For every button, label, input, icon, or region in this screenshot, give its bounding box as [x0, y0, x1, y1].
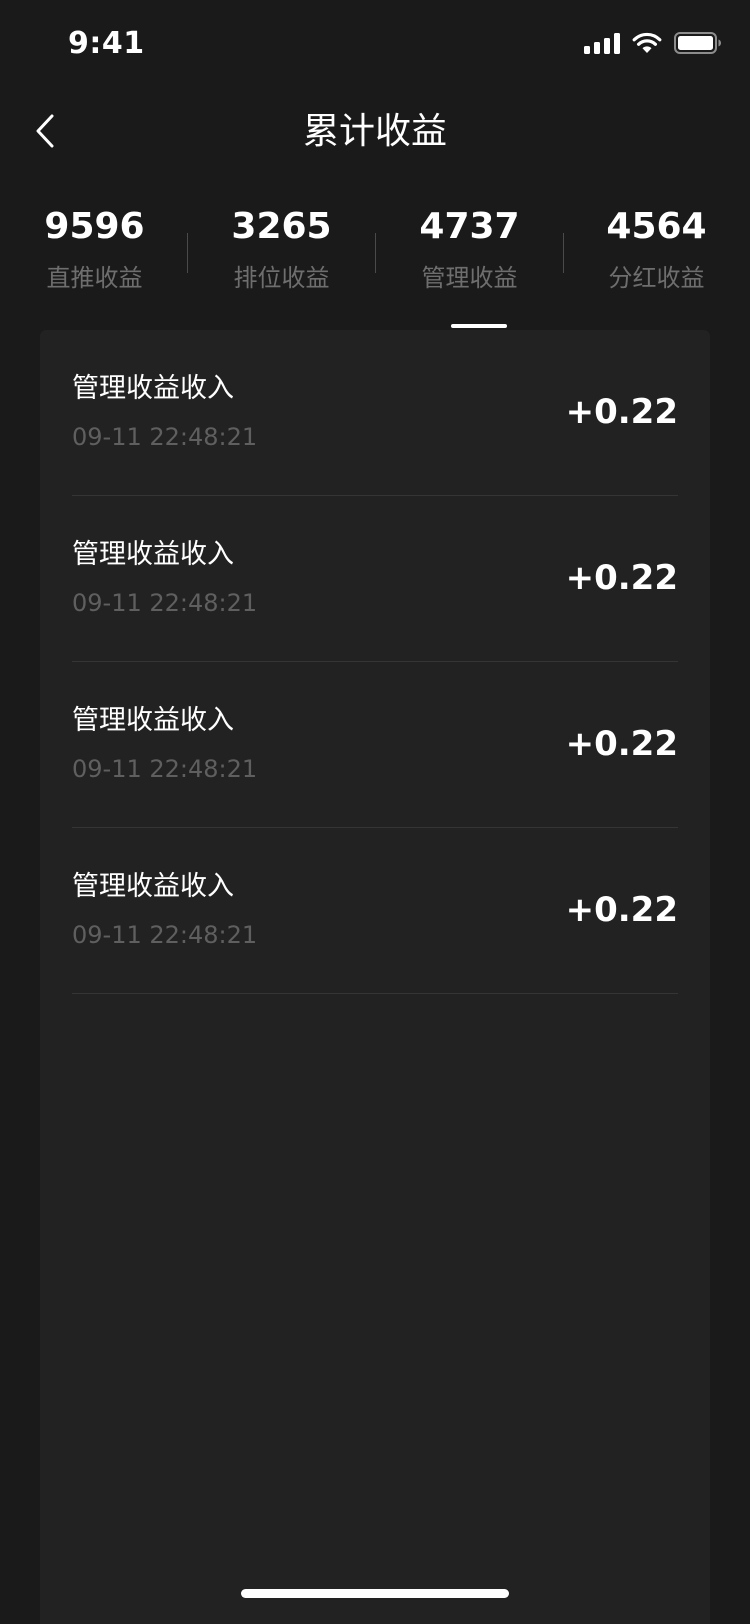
record-amount: +0.22: [565, 724, 678, 764]
record-title: 管理收益收入: [72, 705, 234, 736]
stat-value: 4737: [419, 206, 520, 247]
battery-icon: [674, 32, 722, 54]
stat-value: 4564: [606, 206, 707, 247]
stat-label: 排位收益: [233, 264, 330, 292]
earnings-stats: 9596 直推收益 3265 排位收益 4737 管理收益 4564 分红收益: [0, 205, 750, 335]
list-item[interactable]: 管理收益收入 09-11 22:48:21 +0.22: [72, 662, 678, 828]
stat-management-earnings[interactable]: 4737 管理收益: [376, 205, 563, 293]
earnings-record-list: 管理收益收入 09-11 22:48:21 +0.22 管理收益收入 09-11…: [40, 330, 710, 1624]
list-item[interactable]: 管理收益收入 09-11 22:48:21 +0.22: [72, 496, 678, 662]
record-time: 09-11 22:48:21: [72, 921, 258, 949]
record-title: 管理收益收入: [72, 871, 234, 902]
home-indicator[interactable]: [241, 1589, 509, 1598]
nav-bar: 累计收益: [0, 88, 750, 176]
stat-value: 9596: [44, 206, 145, 247]
record-amount: +0.22: [565, 392, 678, 432]
wifi-icon: [632, 32, 662, 54]
record-amount: +0.22: [565, 890, 678, 930]
stat-ranking-earnings[interactable]: 3265 排位收益: [188, 205, 375, 293]
list-item[interactable]: 管理收益收入 09-11 22:48:21 +0.22: [72, 330, 678, 496]
stat-value: 3265: [231, 206, 332, 247]
status-time: 9:41: [68, 26, 145, 61]
stat-label: 管理收益: [421, 264, 518, 292]
record-title: 管理收益收入: [72, 539, 234, 570]
page-title: 累计收益: [302, 111, 447, 152]
stat-label: 直推收益: [46, 264, 143, 292]
record-time: 09-11 22:48:21: [72, 423, 258, 451]
record-time: 09-11 22:48:21: [72, 589, 258, 617]
stat-dividend-earnings[interactable]: 4564 分红收益: [563, 205, 750, 293]
active-tab-indicator: [451, 324, 507, 328]
stat-label: 分红收益: [608, 264, 705, 292]
status-bar: 9:41: [0, 0, 750, 88]
signal-icon: [584, 32, 620, 54]
status-icons: [584, 32, 722, 54]
record-amount: +0.22: [565, 558, 678, 598]
stat-direct-earnings[interactable]: 9596 直推收益: [1, 205, 188, 293]
record-title: 管理收益收入: [72, 373, 234, 404]
list-item[interactable]: 管理收益收入 09-11 22:48:21 +0.22: [72, 828, 678, 994]
record-time: 09-11 22:48:21: [72, 755, 258, 783]
